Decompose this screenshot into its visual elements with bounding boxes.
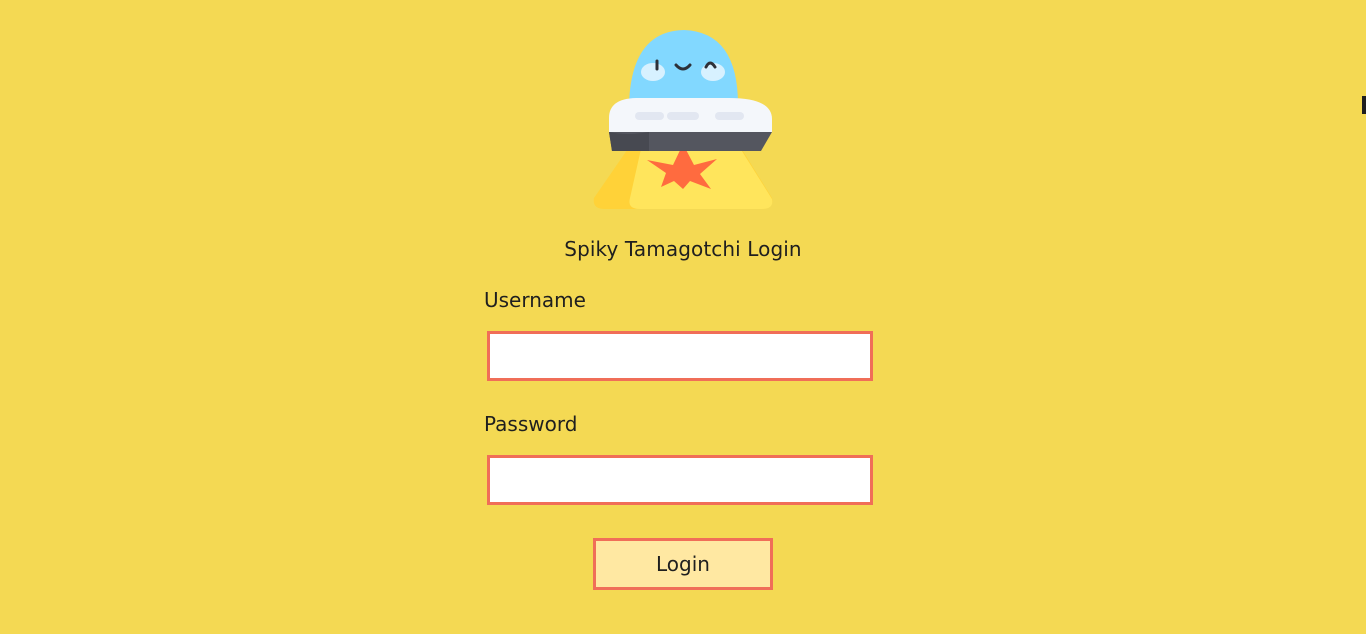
login-title: Spiky Tamagotchi Login: [564, 237, 802, 261]
ufo-mascot-icon: [591, 28, 775, 212]
right-edge-mark: [1362, 96, 1366, 114]
ufo-mascot-svg: [593, 30, 773, 209]
password-input[interactable]: [487, 455, 873, 505]
login-button[interactable]: Login: [593, 538, 773, 590]
login-page: Spiky Tamagotchi Login Username Password…: [0, 0, 1366, 634]
username-label: Username: [484, 288, 586, 312]
password-label: Password: [484, 412, 578, 436]
username-input[interactable]: [487, 331, 873, 381]
